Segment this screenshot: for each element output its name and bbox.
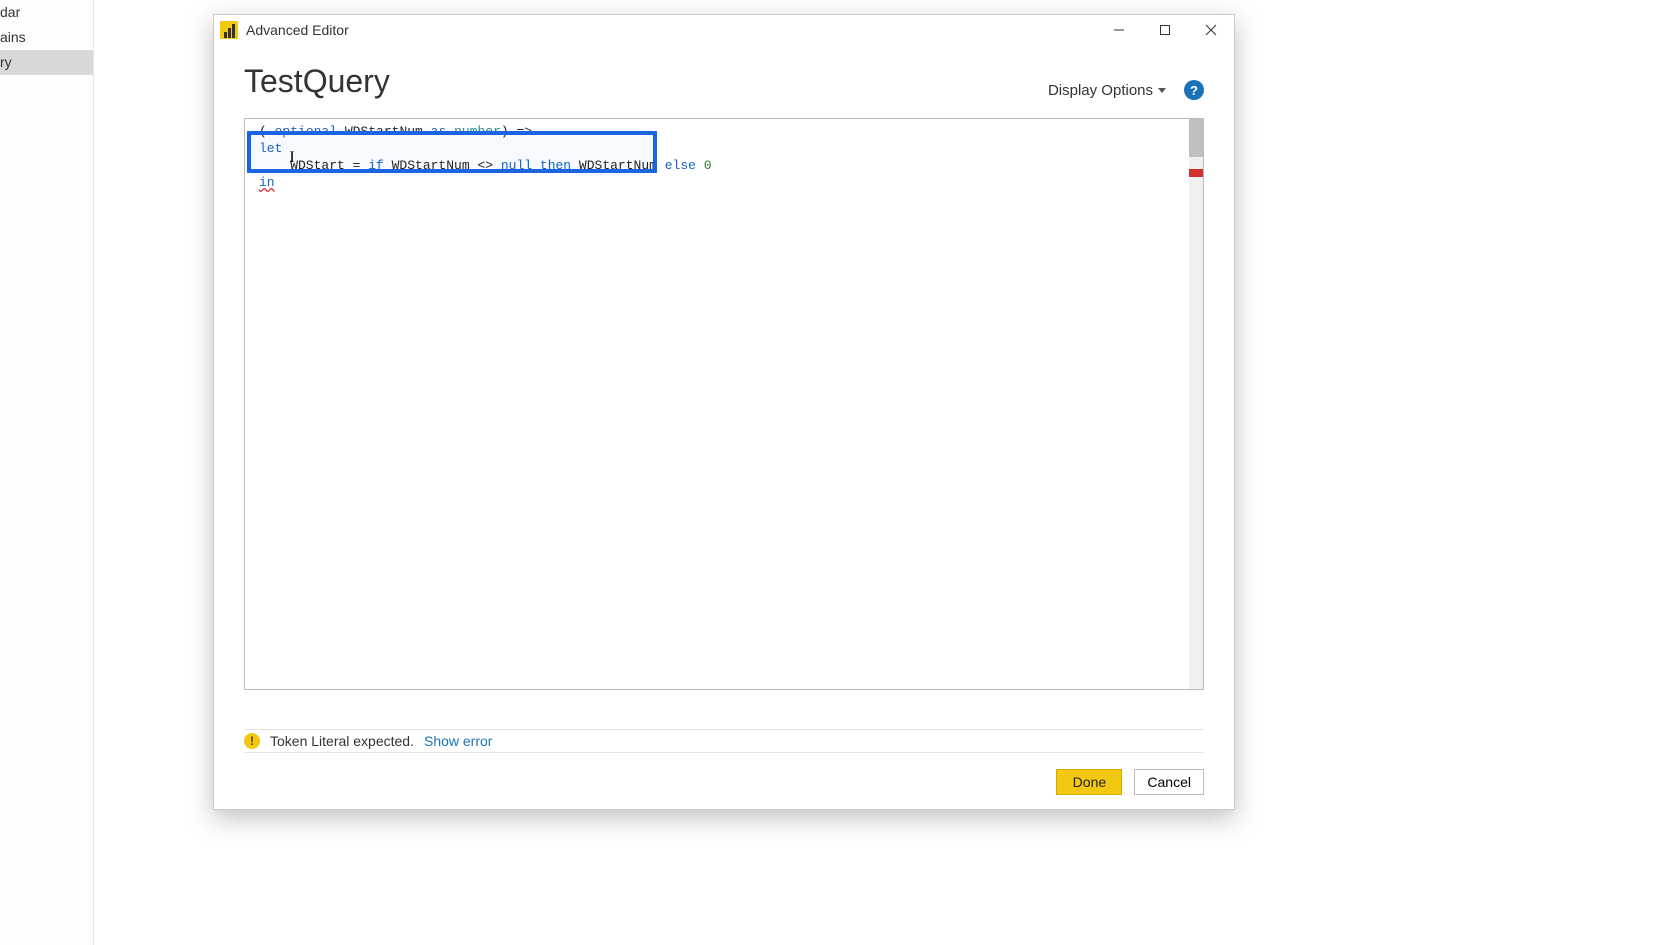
close-button[interactable] xyxy=(1188,15,1234,45)
query-name: TestQuery xyxy=(244,63,390,100)
minimize-icon xyxy=(1113,24,1125,36)
header-row: TestQuery Display Options ? xyxy=(214,45,1234,100)
advanced-editor-dialog: Advanced Editor TestQuery Display Option… xyxy=(213,14,1235,810)
help-icon: ? xyxy=(1190,83,1198,98)
window-title: Advanced Editor xyxy=(246,22,349,38)
app-icon xyxy=(220,21,238,39)
error-marker[interactable] xyxy=(1189,169,1203,177)
minimize-button[interactable] xyxy=(1096,15,1142,45)
warning-icon: ! xyxy=(244,733,260,749)
cancel-button[interactable]: Cancel xyxy=(1134,769,1204,795)
help-button[interactable]: ? xyxy=(1184,80,1204,100)
header-right: Display Options ? xyxy=(1048,80,1204,100)
vertical-scrollbar-track[interactable] xyxy=(1189,119,1203,689)
code-editor[interactable]: ( optional WDStartNum as number) => let … xyxy=(244,118,1204,690)
background-query-list: dar ains ry xyxy=(0,0,94,945)
display-options-dropdown[interactable]: Display Options xyxy=(1048,82,1166,99)
code-line-2: let xyxy=(247,140,1187,157)
window-controls xyxy=(1096,15,1234,45)
code-line-1: ( optional WDStartNum as number) => xyxy=(247,123,1187,140)
maximize-button[interactable] xyxy=(1142,15,1188,45)
show-error-link[interactable]: Show error xyxy=(424,733,492,749)
code-line-3: WDStart = if WDStartNum <> null then WDS… xyxy=(247,157,1187,174)
status-message: Token Literal expected. xyxy=(270,733,414,749)
display-options-label: Display Options xyxy=(1048,82,1153,99)
status-bar: ! Token Literal expected. Show error xyxy=(244,729,1204,753)
titlebar: Advanced Editor xyxy=(214,15,1234,45)
close-icon xyxy=(1205,24,1217,36)
maximize-icon xyxy=(1159,24,1171,36)
bg-item: ains xyxy=(0,25,93,50)
vertical-scrollbar-thumb[interactable] xyxy=(1189,119,1203,157)
bg-item: dar xyxy=(0,0,93,25)
bg-item-selected: ry xyxy=(0,50,93,75)
chevron-down-icon xyxy=(1158,88,1166,93)
editor-body[interactable]: ( optional WDStartNum as number) => let … xyxy=(245,119,1189,689)
code-line-4: in xyxy=(247,174,1187,191)
done-button[interactable]: Done xyxy=(1056,769,1122,795)
dialog-footer: Done Cancel xyxy=(1056,769,1204,795)
